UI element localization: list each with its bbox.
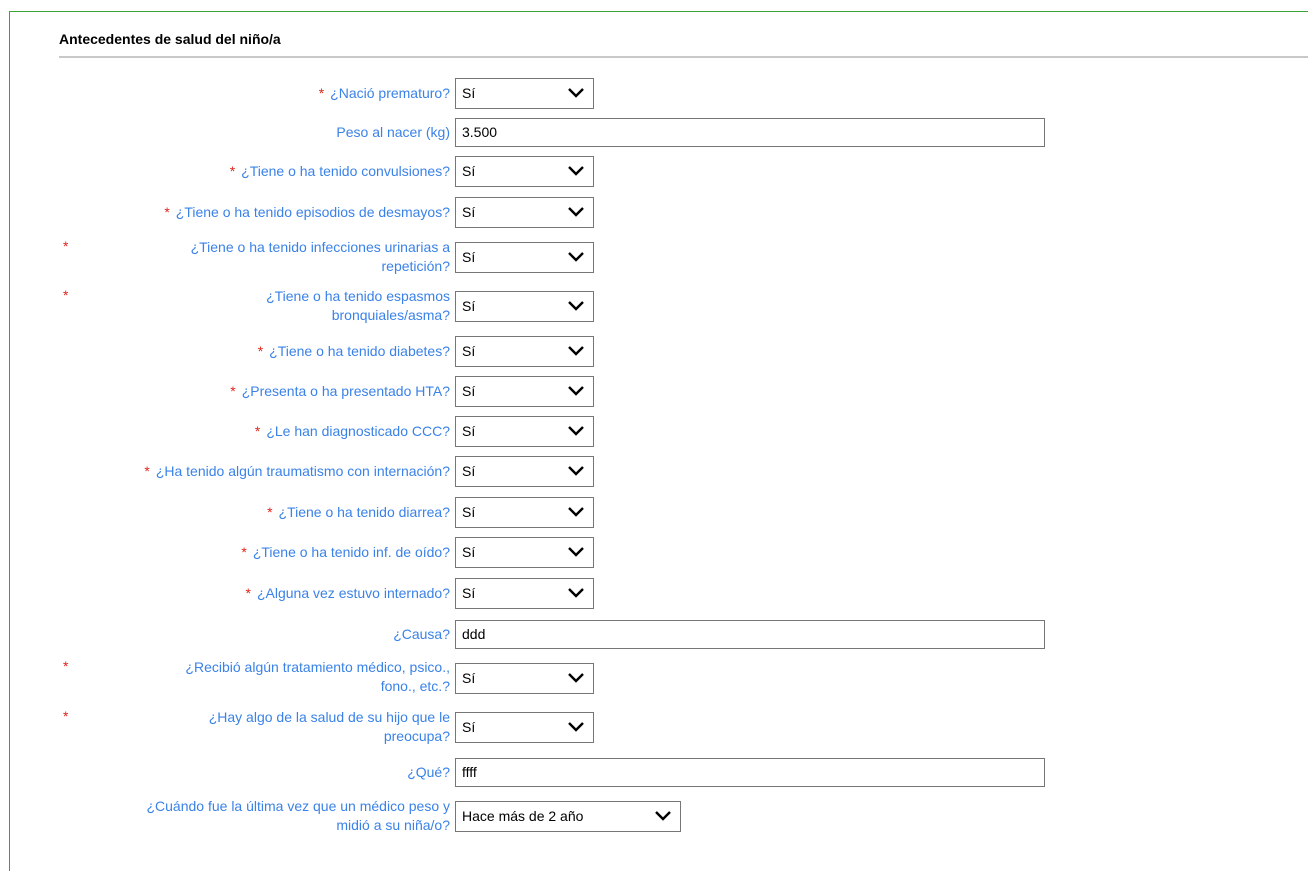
last-checkup-select[interactable]: Hace más de 2 año [455, 801, 681, 832]
field-label-birth-weight: Peso al nacer (kg) [336, 124, 450, 140]
field-label-concern: ¿Hay algo de la salud de su hijo que le p… [208, 709, 450, 744]
required-marker: * [144, 463, 150, 479]
chevron-down-icon [568, 426, 584, 436]
form-row-treatment: * ¿Recibió algún tratamiento médico, psi… [0, 658, 1308, 698]
section-title: Antecedentes de salud del niño/a [59, 31, 281, 47]
required-marker: * [241, 544, 247, 560]
form-row-diarrhea: * ¿Tiene o ha tenido diarrea? Sí [0, 497, 1308, 528]
diabetes-select[interactable]: Sí [455, 336, 594, 367]
chevron-down-icon [568, 673, 584, 683]
section-divider [59, 56, 1308, 58]
hta-select[interactable]: Sí [455, 376, 594, 407]
form-row-trauma: * ¿Ha tenido algún traumatismo con intern… [0, 456, 1308, 487]
chevron-down-icon [568, 88, 584, 98]
required-marker: * [245, 585, 251, 601]
required-marker: * [63, 708, 69, 724]
chevron-down-icon [568, 207, 584, 217]
form-row-what: ¿Qué? ffff [0, 758, 1308, 787]
field-label-premature: * ¿Nació prematuro? [318, 85, 450, 101]
required-marker: * [257, 343, 264, 359]
bronchospasm-select[interactable]: Sí [455, 291, 594, 322]
form-row-hta: * ¿Presenta o ha presentado HTA? Sí [0, 376, 1308, 407]
field-label-fainting: * ¿Tiene o ha tenido episodios de desmayo… [164, 204, 450, 220]
field-label-what: ¿Qué? [407, 764, 450, 780]
ear-infection-select[interactable]: Sí [455, 537, 594, 568]
form-row-bronchospasm: * ¿Tiene o ha tenido espasmos bronquiales… [0, 287, 1308, 327]
form-row-concern: * ¿Hay algo de la salud de su hijo que l… [0, 708, 1308, 748]
form-row-diabetes: * ¿Tiene o ha tenido diabetes? Sí [0, 336, 1308, 367]
required-marker: * [63, 658, 69, 674]
field-label-diarrhea: * ¿Tiene o ha tenido diarrea? [267, 504, 450, 520]
form-row-hospitalized: * ¿Alguna vez estuvo internado? Sí [0, 578, 1308, 609]
required-marker: * [267, 504, 273, 520]
uti-select[interactable]: Sí [455, 242, 594, 273]
what-input[interactable]: ffff [455, 758, 1045, 787]
form-row-birth-weight: Peso al nacer (kg) 3.500 [0, 118, 1308, 147]
field-label-uti: ¿Tiene o ha tenido infecciones urinarias… [190, 239, 450, 274]
required-marker: * [63, 238, 69, 254]
form-row-ccc: * ¿Le han diagnosticado CCC? Sí [0, 416, 1308, 447]
field-label-hta: * ¿Presenta o ha presentado HTA? [230, 383, 450, 399]
treatment-select[interactable]: Sí [455, 663, 594, 694]
field-label-trauma: * ¿Ha tenido algún traumatismo con intern… [144, 463, 450, 479]
form-row-premature: * ¿Nació prematuro? Sí [0, 78, 1308, 109]
required-marker: * [229, 163, 236, 179]
cause-input[interactable]: ddd [455, 620, 1045, 649]
required-marker: * [318, 85, 325, 101]
seizures-select[interactable]: Sí [455, 156, 594, 187]
chevron-down-icon [568, 588, 584, 598]
fainting-select[interactable]: Sí [455, 197, 594, 228]
hospitalized-select[interactable]: Sí [455, 578, 594, 609]
field-label-seizures: * ¿Tiene o ha tenido convulsiones? [229, 163, 450, 179]
required-marker: * [230, 383, 236, 399]
chevron-down-icon [568, 722, 584, 732]
form-row-cause: ¿Causa? ddd [0, 620, 1308, 649]
field-label-last-checkup: ¿Cuándo fue la última vez que un médico … [146, 798, 450, 833]
chevron-down-icon [568, 252, 584, 262]
chevron-down-icon [568, 166, 584, 176]
form-row-seizures: * ¿Tiene o ha tenido convulsiones? Sí [0, 156, 1308, 187]
form-row-uti: * ¿Tiene o ha tenido infecciones urinari… [0, 238, 1308, 278]
form-row-fainting: * ¿Tiene o ha tenido episodios de desmayo… [0, 197, 1308, 228]
chevron-down-icon [568, 547, 584, 557]
chevron-down-icon [568, 386, 584, 396]
field-label-bronchospasm: ¿Tiene o ha tenido espasmos bronquiales/a… [266, 288, 450, 323]
field-label-treatment: ¿Recibió algún tratamiento médico, psico… [185, 659, 450, 694]
field-label-ear-infection: * ¿Tiene o ha tenido inf. de oído? [241, 544, 450, 560]
field-label-diabetes: * ¿Tiene o ha tenido diabetes? [257, 343, 450, 359]
ccc-select[interactable]: Sí [455, 416, 594, 447]
chevron-down-icon [568, 301, 584, 311]
chevron-down-icon [655, 811, 671, 821]
required-marker: * [63, 287, 69, 303]
required-marker: * [254, 423, 261, 439]
field-label-cause: ¿Causa? [393, 626, 450, 642]
form-row-last-checkup: ¿Cuándo fue la última vez que un médico … [0, 797, 1308, 837]
birth-weight-input[interactable]: 3.500 [455, 118, 1045, 147]
required-marker: * [164, 204, 170, 220]
trauma-select[interactable]: Sí [455, 456, 594, 487]
concern-select[interactable]: Sí [455, 712, 594, 743]
field-label-ccc: * ¿Le han diagnosticado CCC? [254, 423, 450, 439]
chevron-down-icon [568, 466, 584, 476]
premature-select[interactable]: Sí [455, 78, 594, 109]
chevron-down-icon [568, 346, 584, 356]
diarrhea-select[interactable]: Sí [455, 497, 594, 528]
form-row-ear-infection: * ¿Tiene o ha tenido inf. de oído? Sí [0, 537, 1308, 568]
field-label-hospitalized: * ¿Alguna vez estuvo internado? [245, 585, 450, 601]
chevron-down-icon [568, 507, 584, 517]
